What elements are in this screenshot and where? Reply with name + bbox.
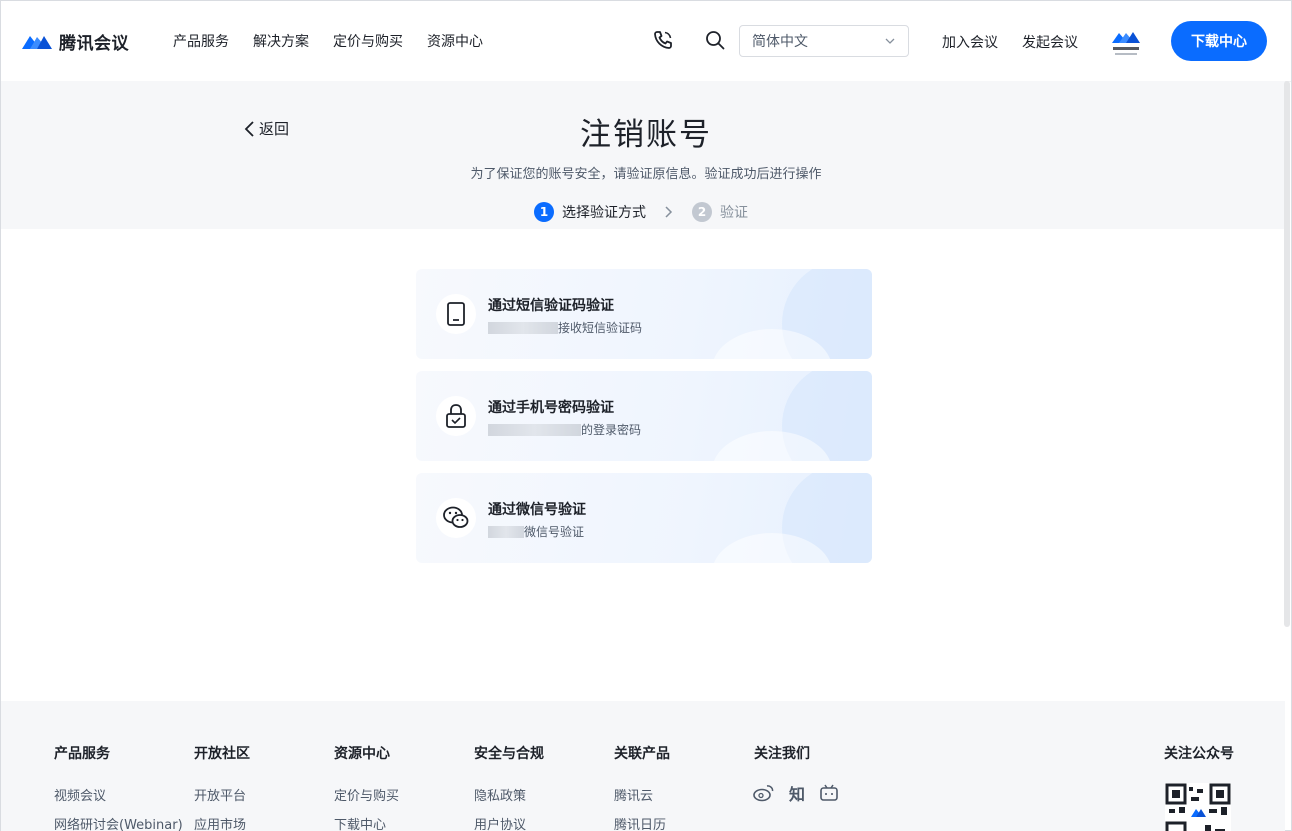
search-button[interactable] xyxy=(704,29,726,51)
phone-button[interactable] xyxy=(652,29,674,51)
footer-heading: 产品服务 xyxy=(54,746,110,762)
option-desc-text: 的登录密码 xyxy=(581,423,642,437)
masked-wechat-name xyxy=(488,525,524,538)
masked-phone-number xyxy=(488,321,558,334)
page-title: 注销账号 xyxy=(580,117,712,153)
stepper: 1 选择验证方式 2 验证 xyxy=(534,202,748,222)
wechat-icon xyxy=(443,506,469,528)
option-desc-text: 接收短信验证码 xyxy=(558,321,643,335)
option-description: 接收短信验证码 xyxy=(488,319,642,336)
search-icon xyxy=(706,31,725,50)
masked-phone-number xyxy=(488,423,581,436)
join-meeting-link[interactable]: 加入会议 xyxy=(942,32,998,52)
footer-link[interactable]: 下载中心 xyxy=(334,814,399,831)
phone-icon xyxy=(654,31,672,49)
step-2-number: 2 xyxy=(692,202,712,222)
card-icon-wrap xyxy=(436,294,476,334)
nav-pricing[interactable]: 定价与购买 xyxy=(333,31,403,51)
zhihu-icon[interactable]: 知 xyxy=(789,781,805,805)
footer-col-official-account: 关注公众号 xyxy=(1164,743,1234,785)
footer-heading: 关注公众号 xyxy=(1164,746,1234,762)
card-icon-wrap xyxy=(436,396,476,436)
language-select[interactable]: 简体中文 xyxy=(739,25,909,57)
option-title: 通过短信验证码验证 xyxy=(488,298,614,314)
footer-heading: 关注我们 xyxy=(754,746,810,762)
option-title: 通过微信号验证 xyxy=(488,502,586,518)
footer-link[interactable]: 腾讯云 xyxy=(614,785,670,804)
step-2-label: 验证 xyxy=(720,205,748,221)
chevron-right-icon xyxy=(665,206,673,218)
option-description: 的登录密码 xyxy=(488,421,641,438)
chevron-down-icon xyxy=(885,38,895,44)
option-title: 通过手机号密码验证 xyxy=(488,400,614,416)
footer-link[interactable]: 网络研讨会(Webinar) xyxy=(54,814,183,831)
top-header: 腾讯会议 产品服务 解决方案 定价与购买 资源中心 简体中文 加入会议 发起会议… xyxy=(1,1,1291,81)
footer-heading: 安全与合规 xyxy=(474,746,544,762)
footer-col-resources: 资源中心 定价与购买 下载中心 xyxy=(334,743,399,831)
start-meeting-link[interactable]: 发起会议 xyxy=(1022,32,1078,52)
footer-link[interactable]: 应用市场 xyxy=(194,814,250,831)
footer-link[interactable]: 隐私政策 xyxy=(474,785,544,804)
footer-col-community: 开放社区 开放平台 应用市场 xyxy=(194,743,250,831)
option-password-verification[interactable]: 通过手机号密码验证 的登录密码 xyxy=(416,371,872,461)
option-sms-verification[interactable]: 通过短信验证码验证 接收短信验证码 xyxy=(416,269,872,359)
footer-heading: 资源中心 xyxy=(334,746,390,762)
footer-link[interactable]: 腾讯日历 xyxy=(614,814,670,831)
weibo-icon[interactable] xyxy=(753,784,775,802)
qr-code-icon xyxy=(1165,783,1231,831)
footer-col-products: 产品服务 视频会议 网络研讨会(Webinar) xyxy=(54,743,183,831)
footer-heading: 开放社区 xyxy=(194,746,250,762)
phone-device-icon xyxy=(447,302,465,326)
footer-link[interactable]: 定价与购买 xyxy=(334,785,399,804)
page-subtitle: 为了保证您的账号安全，请验证原信息。验证成功后进行操作 xyxy=(470,167,822,182)
footer-col-security: 安全与合规 隐私政策 用户协议 xyxy=(474,743,544,831)
nav-product-services[interactable]: 产品服务 xyxy=(173,31,229,51)
step-1-number: 1 xyxy=(534,202,554,222)
footer-link[interactable]: 开放平台 xyxy=(194,785,250,804)
logo-text: 腾讯会议 xyxy=(59,34,129,54)
page-scrollbar[interactable] xyxy=(1284,81,1290,627)
card-icon-wrap xyxy=(436,498,476,538)
footer-heading: 关联产品 xyxy=(614,746,670,762)
footer-col-related: 关联产品 腾讯云 腾讯日历 xyxy=(614,743,670,831)
logo[interactable]: 腾讯会议 xyxy=(21,29,129,54)
option-wechat-verification[interactable]: 通过微信号验证 微信号验证 xyxy=(416,473,872,563)
option-description: 微信号验证 xyxy=(488,523,584,540)
tencent-meeting-badge-icon[interactable] xyxy=(1109,25,1143,59)
step-1-label: 选择验证方式 xyxy=(562,205,646,221)
footer-link[interactable]: 视频会议 xyxy=(54,785,183,804)
option-desc-text: 微信号验证 xyxy=(524,525,585,539)
download-center-button[interactable]: 下载中心 xyxy=(1171,21,1267,61)
social-links: 知 xyxy=(753,781,839,805)
language-selected-value: 简体中文 xyxy=(752,34,808,50)
nav-resources[interactable]: 资源中心 xyxy=(427,31,483,51)
main-nav: 产品服务 解决方案 定价与购买 资源中心 xyxy=(173,31,483,51)
bilibili-icon[interactable] xyxy=(819,784,839,802)
nav-solutions[interactable]: 解决方案 xyxy=(253,31,309,51)
lock-icon xyxy=(446,404,466,428)
tencent-meeting-logo-icon xyxy=(22,35,52,49)
footer-col-follow: 关注我们 xyxy=(754,743,810,785)
footer-link[interactable]: 用户协议 xyxy=(474,814,544,831)
